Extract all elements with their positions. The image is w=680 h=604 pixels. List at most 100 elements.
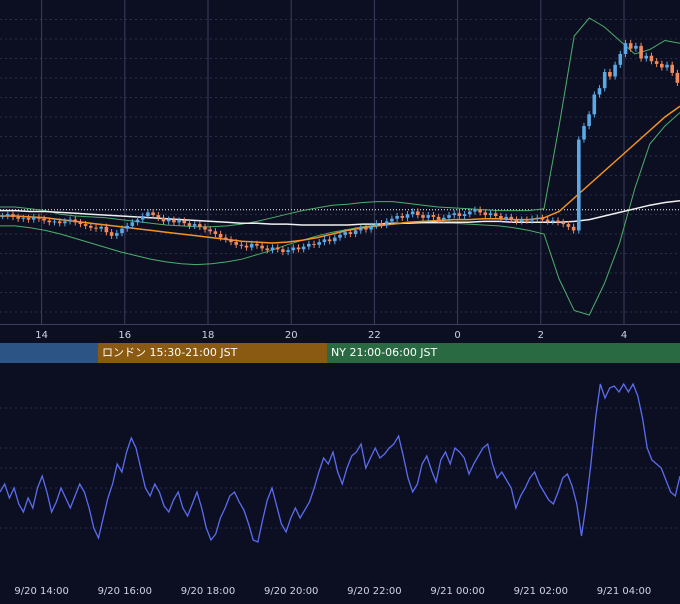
candle-body bbox=[597, 88, 602, 95]
candle-body bbox=[468, 211, 472, 215]
candle-body bbox=[410, 211, 415, 215]
candle-body bbox=[582, 126, 586, 140]
oscillator-x-tick-label: 9/21 00:00 bbox=[430, 586, 484, 597]
candle-body bbox=[654, 61, 659, 64]
oscillator-x-axis: 9/20 14:00 9/20 16:00 9/20 18:00 9/20 20:00… bbox=[0, 568, 680, 600]
candle-body bbox=[566, 224, 571, 227]
candle-body bbox=[218, 234, 223, 238]
candle-body bbox=[182, 220, 187, 224]
candle-body bbox=[416, 211, 420, 216]
candle-body bbox=[504, 216, 508, 219]
candle-body bbox=[94, 227, 98, 229]
candle-body bbox=[104, 226, 109, 233]
candle-body bbox=[405, 214, 410, 218]
candle-body bbox=[499, 216, 503, 219]
candle-body bbox=[452, 213, 456, 216]
session-bar-ny: NY 21:00-06:00 JST bbox=[327, 343, 680, 363]
candle-body bbox=[447, 215, 451, 218]
candle-body bbox=[514, 219, 519, 222]
chart-svg: 14 16 18 20 22 0 2 4 9/20 14:00 9/20 16:00 9/20 1… bbox=[0, 0, 680, 600]
candle-body bbox=[384, 221, 389, 225]
candle-body bbox=[198, 224, 202, 227]
candle-body bbox=[151, 212, 155, 216]
oscillator-x-tick-label: 9/20 14:00 bbox=[14, 586, 68, 597]
price-x-tick-label: 22 bbox=[368, 330, 381, 341]
candle-body bbox=[203, 226, 207, 230]
candle-body bbox=[530, 218, 534, 221]
candle-body bbox=[125, 225, 129, 229]
candle-body bbox=[213, 231, 218, 234]
candle-body bbox=[608, 72, 612, 77]
candle-body bbox=[571, 226, 576, 231]
oscillator-panel[interactable] bbox=[0, 368, 680, 568]
oscillator-x-tick-label: 9/20 18:00 bbox=[181, 586, 235, 597]
candle-body bbox=[260, 245, 264, 249]
candle-body bbox=[16, 216, 20, 219]
price-x-tick-label: 14 bbox=[35, 330, 48, 341]
candle-body bbox=[172, 219, 176, 223]
candle-body bbox=[457, 213, 462, 216]
candle-body bbox=[577, 139, 581, 231]
price-x-tick-label: 20 bbox=[285, 330, 298, 341]
candle-body bbox=[99, 226, 103, 229]
candle-body bbox=[317, 242, 321, 245]
candle-body bbox=[462, 214, 467, 216]
candle-body bbox=[83, 224, 88, 226]
session-bar-tokyo bbox=[0, 343, 98, 363]
candle-body bbox=[244, 245, 249, 248]
candle-body bbox=[545, 219, 550, 222]
candle-body bbox=[519, 219, 524, 222]
session-bar-london: ロンドン 15:30-21:00 JST bbox=[98, 343, 327, 363]
candle-body bbox=[68, 219, 72, 222]
candle-body bbox=[146, 212, 150, 216]
candle-body bbox=[675, 72, 680, 83]
candle-body bbox=[135, 219, 140, 223]
candle-body bbox=[639, 45, 643, 59]
candle-body bbox=[602, 72, 607, 89]
candle-body bbox=[21, 217, 26, 219]
candle-body bbox=[89, 225, 93, 228]
candle-body bbox=[374, 223, 379, 226]
oscillator-x-tick-label: 9/21 04:00 bbox=[597, 586, 651, 597]
candle-body bbox=[52, 221, 57, 223]
candle-body bbox=[623, 43, 628, 54]
candle-body bbox=[478, 209, 482, 213]
candle-body bbox=[540, 217, 545, 220]
candle-body bbox=[473, 209, 477, 212]
oscillator-x-tick-label: 9/20 20:00 bbox=[264, 586, 318, 597]
candle-body bbox=[307, 243, 311, 247]
candle-body bbox=[161, 217, 166, 222]
oscillator-x-tick-label: 9/20 16:00 bbox=[98, 586, 152, 597]
candle-body bbox=[312, 243, 316, 245]
candle-body bbox=[390, 218, 394, 222]
price-panel[interactable] bbox=[0, 0, 680, 324]
candle-body bbox=[525, 219, 529, 221]
candle-body bbox=[187, 223, 192, 226]
candle-body bbox=[192, 224, 197, 226]
candle-body bbox=[665, 64, 669, 68]
candle-body bbox=[343, 232, 347, 235]
candle-body bbox=[618, 54, 623, 65]
candle-body bbox=[291, 247, 296, 251]
forex-chart[interactable]: 14 16 18 20 22 0 2 4 9/20 14:00 9/20 16:00 9/20 1… bbox=[0, 0, 680, 600]
candle-body bbox=[42, 218, 46, 221]
candle-body bbox=[348, 232, 353, 234]
candle-body bbox=[488, 213, 493, 216]
candle-body bbox=[286, 250, 290, 252]
price-x-axis-background bbox=[0, 324, 680, 343]
candle-body bbox=[265, 248, 270, 251]
candle-body bbox=[587, 114, 591, 126]
candle-body bbox=[379, 223, 384, 225]
price-x-tick-label: 0 bbox=[454, 330, 460, 341]
candle-body bbox=[31, 216, 36, 220]
candle-body bbox=[47, 220, 52, 223]
candle-body bbox=[140, 216, 145, 220]
price-x-tick-label: 2 bbox=[538, 330, 544, 341]
candle-body bbox=[109, 232, 114, 236]
candle-body bbox=[281, 249, 285, 252]
candle-body bbox=[395, 216, 399, 219]
candle-body bbox=[26, 217, 31, 220]
candle-body bbox=[6, 214, 10, 216]
candle-body bbox=[322, 239, 327, 243]
candle-body bbox=[628, 43, 633, 49]
